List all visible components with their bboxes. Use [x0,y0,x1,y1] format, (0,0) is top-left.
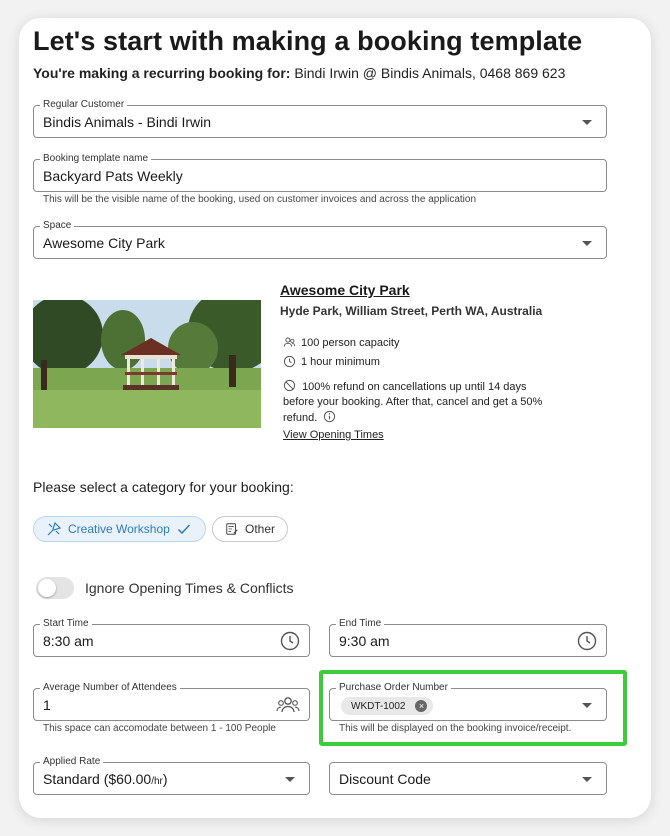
start-time-input[interactable]: Start Time 8:30 am [33,618,310,657]
view-opening-times-link[interactable]: View Opening Times [283,429,384,441]
discount-code-placeholder: Discount Code [339,771,431,787]
attendees-helper: This space can accomodate between 1 - 10… [43,723,276,734]
edit-note-icon [226,523,238,535]
template-name-input[interactable]: Booking template name Backyard Pats Week… [33,153,607,192]
attendees-label: Average Number of Attendees [40,682,180,694]
refund-text: 100% refund on cancellations up until 14… [283,381,543,424]
people-icon [283,337,296,347]
start-time-label: Start Time [40,618,92,630]
attendees-value: 1 [43,697,51,713]
discount-code-select[interactable]: Discount Code [329,762,607,795]
regular-customer-value: Bindis Animals - Bindi Irwin [43,114,212,130]
cancel-icon [283,379,296,392]
subtitle-prefix: You're making a recurring booking for: [33,65,291,81]
rate-amount: Standard ($60.00 [43,771,152,787]
clock-icon[interactable] [280,631,300,651]
end-time-input[interactable]: End Time 9:30 am [329,618,607,657]
toggle-label: Ignore Opening Times & Conflicts [85,580,294,596]
regular-customer-label: Regular Customer [40,99,128,111]
subtitle-value: Bindi Irwin @ Bindis Animals, 0468 869 6… [290,65,566,81]
venue-refund-policy: 100% refund on cancellations up until 14… [283,379,553,426]
category-label: Creative Workshop [68,522,170,536]
applied-rate-label: Applied Rate [40,756,104,768]
end-time-value: 9:30 am [339,633,390,649]
start-time-value: 8:30 am [43,633,94,649]
ignore-opening-times-toggle[interactable] [36,577,74,599]
template-name-helper: This will be the visible name of the boo… [43,194,477,205]
space-value: Awesome City Park [43,235,165,251]
template-name-label: Booking template name [40,153,152,165]
chevron-down-icon [582,777,592,782]
category-prompt: Please select a category for your bookin… [33,479,294,495]
category-label: Other [244,522,275,536]
regular-customer-select[interactable]: Regular Customer Bindis Animals - Bindi … [33,99,607,138]
checkmark-icon [177,524,190,535]
applied-rate-select[interactable]: Applied Rate Standard ($60.00/hr) [33,756,310,795]
venue-address: Hyde Park, William Street, Perth WA, Aus… [280,304,543,318]
people-icon [276,697,300,713]
applied-rate-value: Standard ($60.00/hr) [43,771,168,790]
venue-minimum: 1 hour minimum [283,355,380,368]
info-icon[interactable] [323,410,336,423]
chevron-down-icon [285,777,295,782]
attendees-input[interactable]: Average Number of Attendees 1 [33,682,310,721]
minimum-text: 1 hour minimum [301,355,380,368]
space-select[interactable]: Space Awesome City Park [33,220,607,259]
rate-close: ) [162,771,168,787]
rate-unit: /hr [151,776,163,787]
venue-capacity: 100 person capacity [283,336,399,349]
page-title: Let's start with making a booking templa… [33,26,583,56]
category-chip-other[interactable]: Other [212,516,288,542]
venue-photo [33,300,261,428]
space-label: Space [40,220,75,232]
chevron-down-icon [582,241,592,246]
category-chip-creative-workshop[interactable]: Creative Workshop [33,516,206,542]
toggle-knob [38,579,56,597]
end-time-label: End Time [336,618,385,630]
purchase-order-highlight [319,670,627,746]
brush-icon [47,521,62,536]
recurring-for-text: You're making a recurring booking for: B… [33,65,565,81]
booking-template-card: Let's start with making a booking templa… [19,18,651,818]
venue-name-link[interactable]: Awesome City Park [280,282,410,298]
capacity-text: 100 person capacity [301,336,400,349]
clock-icon [283,355,296,368]
chevron-down-icon [582,120,592,125]
template-name-value: Backyard Pats Weekly [43,168,183,184]
clock-icon[interactable] [577,631,597,651]
